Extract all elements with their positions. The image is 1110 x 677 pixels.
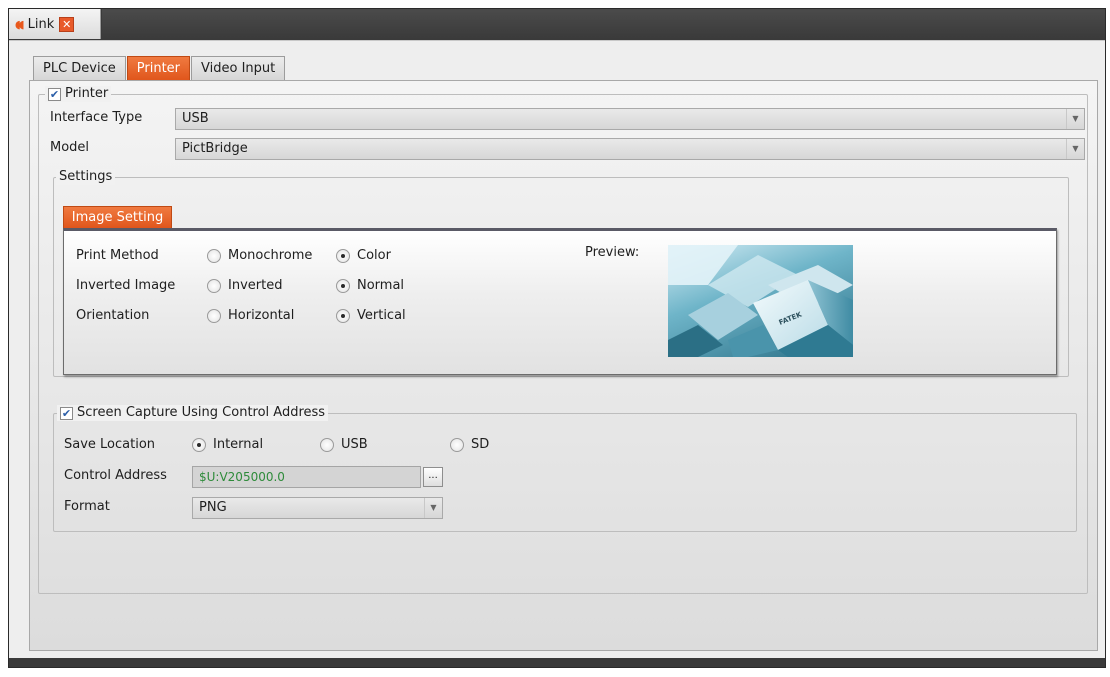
chevron-down-icon[interactable]: ▼ <box>424 498 442 518</box>
orientation-label: Orientation <box>76 308 150 323</box>
image-setting-panel: Print Method Monochrome Color Inverted I… <box>63 228 1057 375</box>
radio-color[interactable]: Color <box>336 248 391 263</box>
save-location-label: Save Location <box>64 437 156 452</box>
radio-button[interactable] <box>450 437 464 452</box>
app-logo-icon: ◖◖ <box>15 17 24 31</box>
tab-plc-device[interactable]: PLC Device <box>33 56 126 80</box>
radio-button[interactable] <box>336 278 350 293</box>
screen-capture-label: Screen Capture Using Control Address <box>77 405 326 420</box>
radio-button[interactable] <box>192 437 206 452</box>
radio-monochrome[interactable]: Monochrome <box>207 248 312 263</box>
radio-usb[interactable]: USB <box>320 437 368 452</box>
radio-inverted[interactable]: Inverted <box>207 278 282 293</box>
radio-button[interactable] <box>320 437 334 452</box>
radio-sd[interactable]: SD <box>450 437 489 452</box>
document-tab-link[interactable]: ◖◖ Link ✕ <box>9 9 101 39</box>
format-label: Format <box>64 499 110 514</box>
screen-capture-checkbox[interactable]: ✔ <box>60 406 73 420</box>
printer-groupbox: ✔ Printer Interface Type USB ▼ Model Pic… <box>38 86 1088 594</box>
radio-button[interactable] <box>207 278 221 293</box>
preview-image: FATEK <box>668 245 853 357</box>
model-label: Model <box>50 140 90 155</box>
control-address-input[interactable]: $U:V205000.0 <box>192 466 421 488</box>
interface-type-label: Interface Type <box>50 110 143 125</box>
radio-label: Internal <box>213 437 264 452</box>
tab-printer[interactable]: Printer <box>126 56 191 80</box>
print-method-label: Print Method <box>76 248 159 263</box>
radio-internal[interactable]: Internal <box>192 437 263 452</box>
screen-capture-legend: ✔ Screen Capture Using Control Address <box>57 405 329 421</box>
preview-label: Preview: <box>585 245 640 260</box>
radio-label: Vertical <box>357 308 406 323</box>
radio-button[interactable] <box>207 308 221 323</box>
printer-checkbox[interactable]: ✔ <box>48 87 61 101</box>
printer-legend: ✔ Printer <box>45 86 112 102</box>
model-select[interactable]: PictBridge ▼ <box>175 138 1085 160</box>
format-value: PNG <box>199 500 227 515</box>
radio-label: USB <box>341 437 368 452</box>
tab-strip-background <box>102 9 1105 39</box>
client-area: PLC Device Printer Video Input ✔ Printer… <box>9 40 1105 658</box>
printer-checkbox-label: Printer <box>65 86 109 101</box>
printer-page: ✔ Printer Interface Type USB ▼ Model Pic… <box>29 80 1098 651</box>
tab-video-input[interactable]: Video Input <box>191 56 286 80</box>
radio-vertical[interactable]: Vertical <box>336 308 406 323</box>
interface-type-value: USB <box>182 111 209 126</box>
settings-tabs: PLC Device Printer Video Input <box>33 56 286 80</box>
link-window: ◖◖ Link ✕ PLC Device Printer Video Input… <box>8 8 1106 668</box>
radio-label: Normal <box>357 278 405 293</box>
chevron-down-icon[interactable]: ▼ <box>1066 139 1084 159</box>
inverted-image-label: Inverted Image <box>76 278 176 293</box>
preview-cubes-image: FATEK <box>668 245 853 357</box>
chevron-down-icon[interactable]: ▼ <box>1066 109 1084 129</box>
browse-address-button[interactable]: ... <box>423 467 443 487</box>
radio-button[interactable] <box>336 248 350 263</box>
model-value: PictBridge <box>182 141 248 156</box>
screen-capture-groupbox: ✔ Screen Capture Using Control Address S… <box>53 405 1077 532</box>
tab-image-setting[interactable]: Image Setting <box>63 206 172 229</box>
radio-button[interactable] <box>207 248 221 263</box>
radio-label: SD <box>471 437 490 452</box>
document-tab-label: Link <box>27 16 55 32</box>
radio-label: Horizontal <box>228 308 295 323</box>
settings-legend: Settings <box>56 169 116 185</box>
radio-normal[interactable]: Normal <box>336 278 404 293</box>
radio-label: Inverted <box>228 278 283 293</box>
interface-type-select[interactable]: USB ▼ <box>175 108 1085 130</box>
radio-label: Color <box>357 248 391 263</box>
radio-label: Monochrome <box>228 248 313 263</box>
control-address-label: Control Address <box>64 468 167 483</box>
radio-horizontal[interactable]: Horizontal <box>207 308 294 323</box>
settings-label: Settings <box>59 169 113 184</box>
close-tab-icon[interactable]: ✕ <box>59 16 75 32</box>
format-select[interactable]: PNG ▼ <box>192 497 443 519</box>
radio-button[interactable] <box>336 308 350 323</box>
